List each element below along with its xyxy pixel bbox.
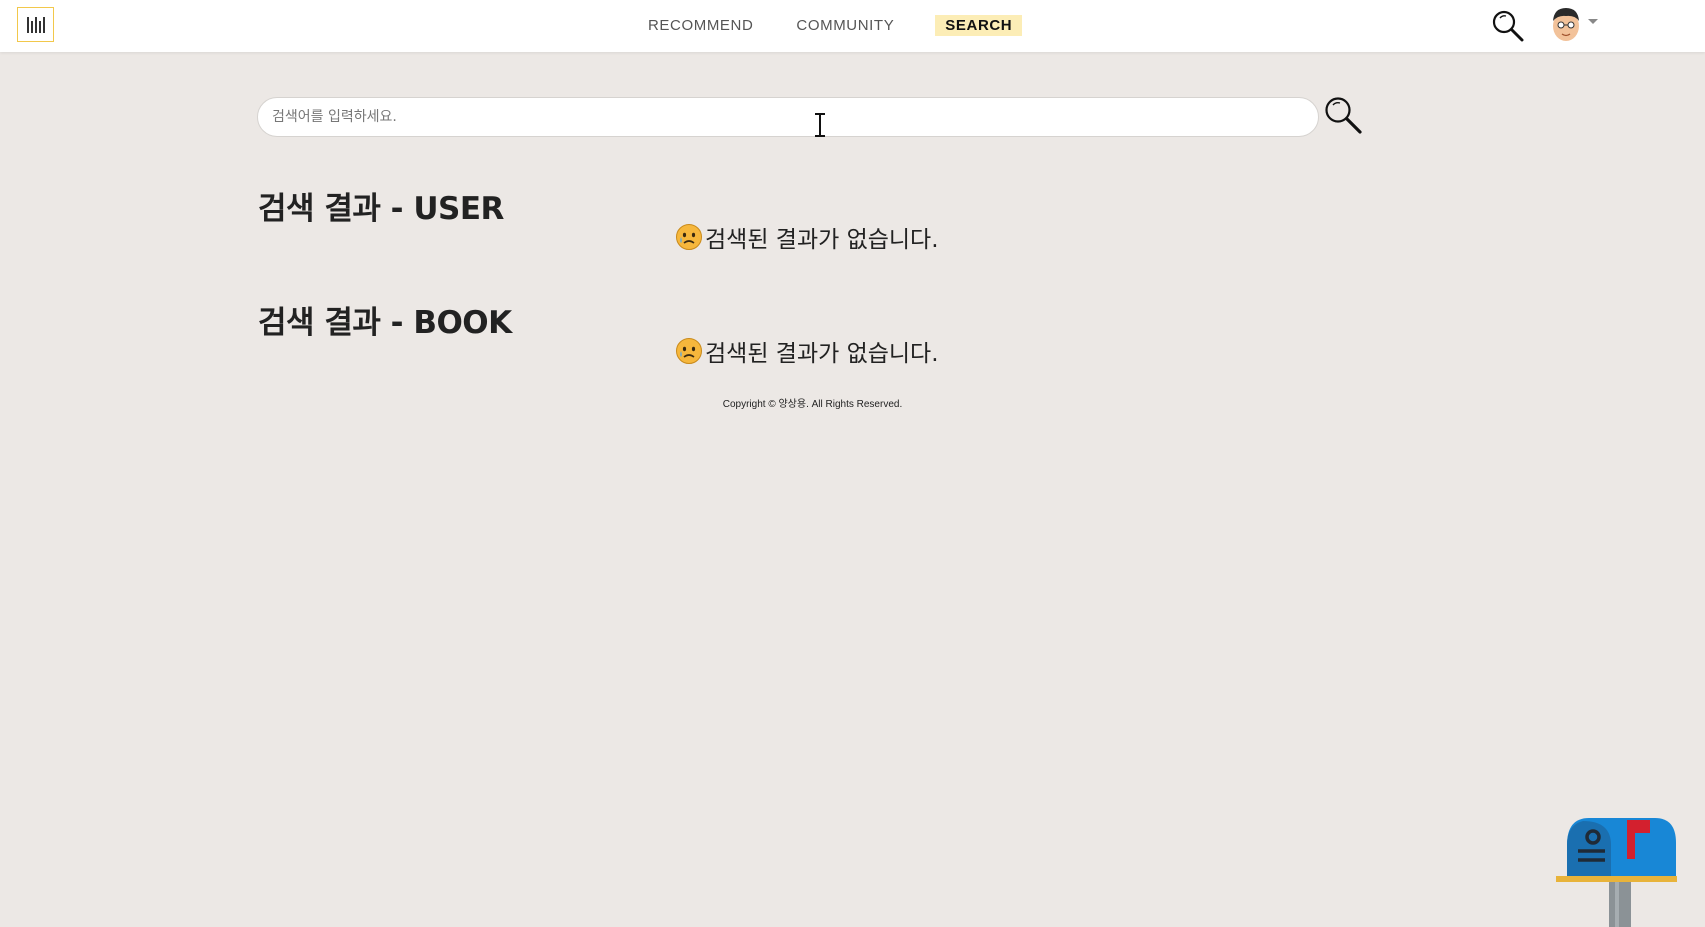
sad-face-icon [676,338,702,364]
copyright-text: Copyright © 양상용. All Rights Reserved. [722,399,903,410]
logo-icon[interactable] [17,7,54,42]
book-empty-text: 검색된 결과가 없습니다. [705,341,939,367]
top-navbar: RECOMMEND COMMUNITY SEARCH [0,0,1705,52]
main-nav: RECOMMEND COMMUNITY SEARCH [648,14,1023,36]
search-button[interactable] [1323,95,1363,135]
search-icon[interactable] [1491,9,1525,43]
user-results-title: 검색 결과 - USER [258,191,504,227]
nav-search[interactable]: SEARCH [935,14,1023,36]
text-cursor-icon [815,113,825,137]
avatar[interactable] [1549,5,1583,43]
search-field[interactable] [257,97,1319,137]
chevron-down-icon[interactable] [1588,19,1598,24]
book-empty-message: 검색된 결과가 없습니다. [675,334,939,368]
user-empty-message: 검색된 결과가 없습니다. [675,220,939,254]
book-results-title: 검색 결과 - BOOK [258,305,512,341]
nav-community[interactable]: COMMUNITY [796,17,894,34]
nav-recommend[interactable]: RECOMMEND [648,17,753,34]
sad-face-icon [676,224,702,250]
user-empty-text: 검색된 결과가 없습니다. [705,227,939,253]
mailbox-icon[interactable] [1555,815,1677,927]
search-input[interactable] [258,98,1318,136]
